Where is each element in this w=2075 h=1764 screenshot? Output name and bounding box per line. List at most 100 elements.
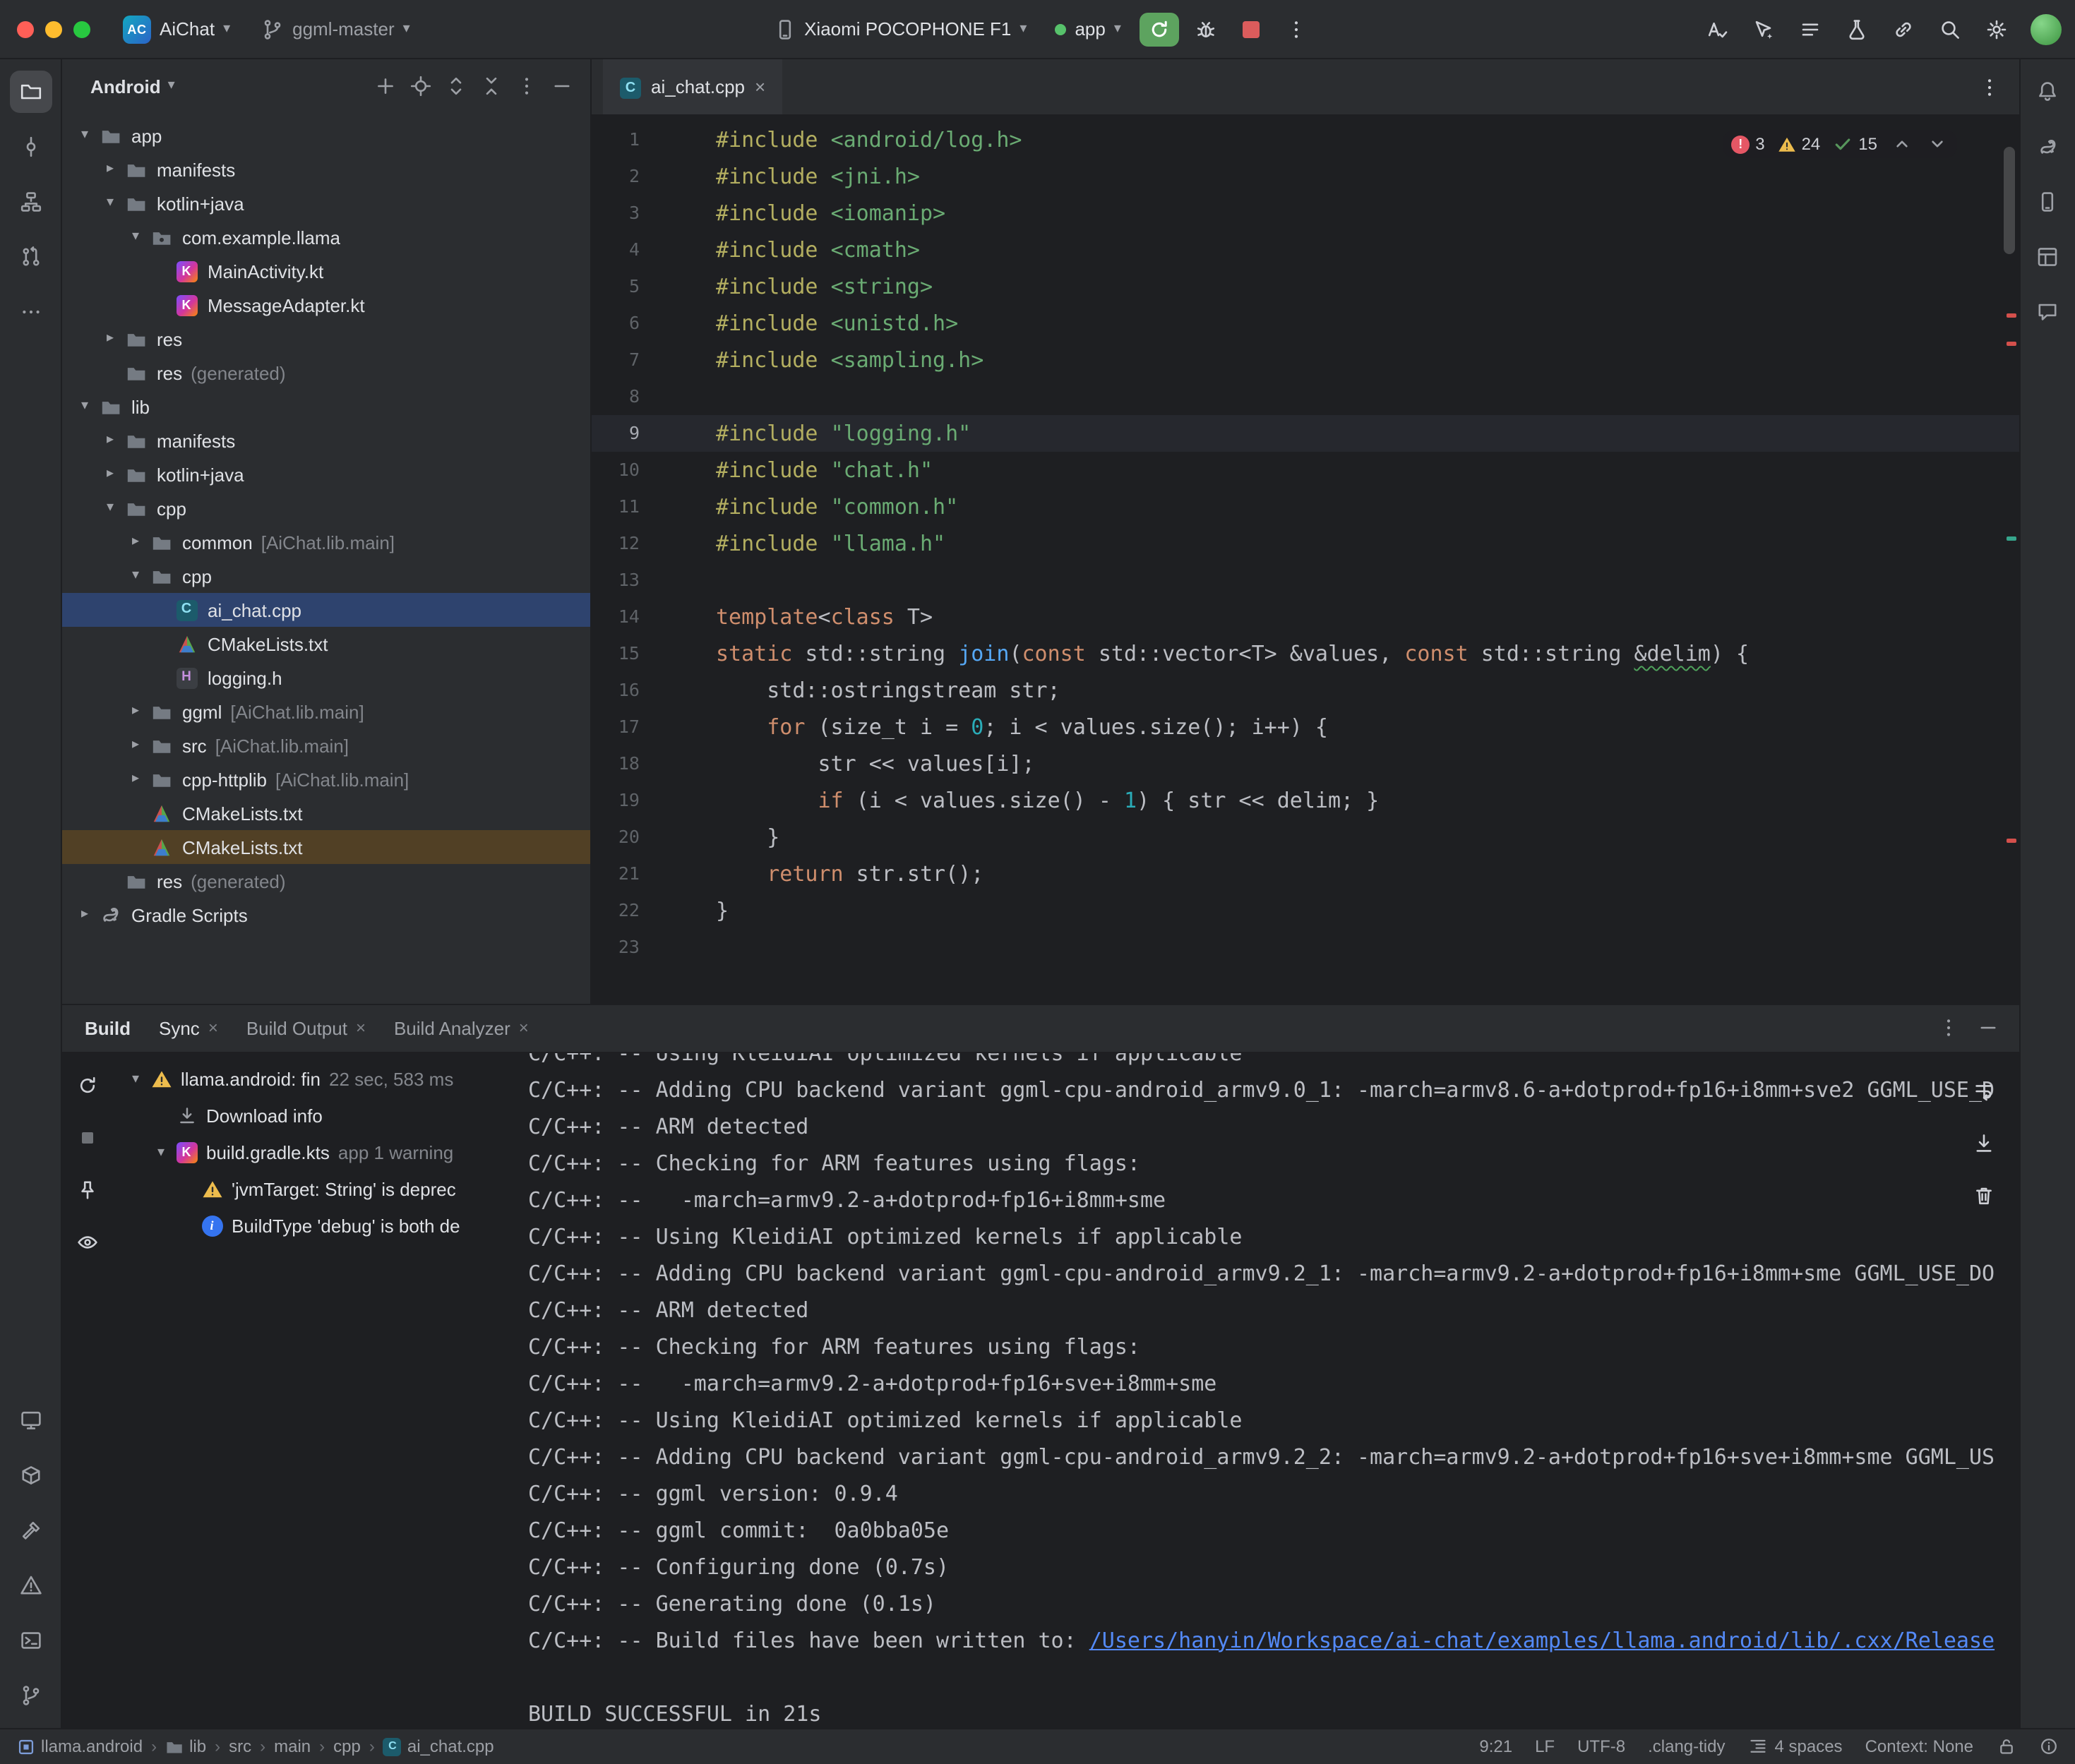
statusbar-caret-position[interactable]: 9:21 <box>1479 1736 1512 1756</box>
layout-inspector-tool-button[interactable] <box>2026 236 2069 278</box>
breadcrumb-main[interactable]: main <box>274 1736 311 1756</box>
chevron-down-icon[interactable]: ▾ <box>99 196 121 210</box>
close-tab-icon[interactable]: × <box>755 76 765 97</box>
chevron-right-icon[interactable]: ▸ <box>99 162 121 176</box>
tree-item-cpp[interactable]: ▾cpp <box>62 559 590 593</box>
build-tab-build-analyzer[interactable]: Build Analyzer× <box>394 1017 529 1038</box>
pair-device-action-button[interactable] <box>1884 11 1921 47</box>
spellcheck-action-button[interactable] <box>1698 11 1735 47</box>
tree-item-messageadapter-kt[interactable]: KMessageAdapter.kt <box>62 288 590 322</box>
run-config-selector[interactable]: app ▾ <box>1045 13 1130 45</box>
breadcrumb-lib[interactable]: lib <box>165 1736 206 1756</box>
statusbar-inspections-status[interactable] <box>2038 1736 2058 1756</box>
build-tab-build-output[interactable]: Build Output× <box>246 1017 366 1038</box>
chevron-down-icon[interactable]: ▾ <box>150 1146 172 1160</box>
rerun-build-button-button[interactable] <box>69 1067 106 1103</box>
chevron-right-icon[interactable]: ▸ <box>99 467 121 481</box>
tree-item-mainactivity-kt[interactable]: KMainActivity.kt <box>62 254 590 288</box>
statusbar-indent-style[interactable]: 4 spaces <box>1748 1736 1843 1756</box>
chevron-right-icon[interactable]: ▸ <box>124 738 147 752</box>
chevron-down-icon[interactable]: ▾ <box>124 1072 147 1086</box>
build-console[interactable]: C/C++: -- Using KleidiAI optimized kerne… <box>511 1052 2019 1727</box>
statusbar-file-lock[interactable] <box>1996 1736 2016 1756</box>
soft-wrap-button-button[interactable] <box>1965 1072 2002 1109</box>
tree-item-cmakelists-txt[interactable]: CMakeLists.txt <box>62 796 590 830</box>
statusbar-run-context[interactable]: Context: None <box>1865 1736 1973 1756</box>
chevron-right-icon[interactable]: ▸ <box>99 332 121 346</box>
editor-scrollbar[interactable] <box>2003 147 2014 254</box>
editor-tab-ai-chat-cpp[interactable]: C ai_chat.cpp × <box>603 59 782 114</box>
error-stripe-mark[interactable] <box>2006 839 2016 843</box>
tree-item-manifests[interactable]: ▸manifests <box>62 424 590 457</box>
tree-item-res[interactable]: ▸res <box>62 322 590 356</box>
chevron-right-icon[interactable]: ▸ <box>99 433 121 448</box>
build-tab-sync[interactable]: Sync× <box>159 1017 218 1038</box>
search-everywhere-button[interactable] <box>1931 11 1968 47</box>
pin-tab-button-button[interactable] <box>69 1171 106 1208</box>
more-run-options-button[interactable] <box>1278 11 1315 47</box>
editor-options-button[interactable] <box>1971 68 2007 105</box>
breadcrumb-llama-android[interactable]: llama.android <box>17 1736 143 1756</box>
chevron-right-icon[interactable]: ▸ <box>124 772 147 786</box>
version-control-tool-button[interactable] <box>9 1674 52 1716</box>
tree-item-gradle-scripts[interactable]: ▸Gradle Scripts <box>62 898 590 932</box>
hide-panel-button-button[interactable] <box>544 68 579 104</box>
tree-item-cpp[interactable]: ▾cpp <box>62 491 590 525</box>
terminal-tool-button[interactable] <box>9 1619 52 1661</box>
zoom-window-button[interactable] <box>73 20 90 37</box>
close-tab-icon[interactable]: × <box>208 1018 218 1038</box>
console-link[interactable]: /Users/hanyin/Workspace/ai-chat/examples… <box>1089 1627 1995 1652</box>
tree-item-src[interactable]: ▸src[AiChat.lib.main] <box>62 728 590 762</box>
chevron-down-icon[interactable]: ▾ <box>124 230 147 244</box>
expand-all-button-button[interactable] <box>438 68 473 104</box>
settings-button[interactable] <box>1978 11 2014 47</box>
tree-item-res[interactable]: res(generated) <box>62 864 590 898</box>
statusbar-clang-tidy[interactable]: .clang-tidy <box>1648 1736 1725 1756</box>
minimize-window-button[interactable] <box>45 20 62 37</box>
errors-badge[interactable]: !3 <box>1731 134 1764 154</box>
chevron-down-icon[interactable]: ▾ <box>99 501 121 515</box>
debug-button[interactable] <box>1188 11 1224 47</box>
problems-tool-button[interactable] <box>9 1564 52 1606</box>
project-selector[interactable]: AC AiChat ▾ <box>113 9 240 49</box>
passed-badge[interactable]: 15 <box>1833 134 1877 154</box>
more-tool-windows-button[interactable] <box>9 291 52 333</box>
clear-output-button-button[interactable] <box>1965 1177 2002 1213</box>
breadcrumb-cpp[interactable]: cpp <box>333 1736 361 1756</box>
app-insights-tool-button[interactable] <box>2026 291 2069 333</box>
change-stripe-mark[interactable] <box>2006 536 2016 541</box>
tree-item-manifests[interactable]: ▸manifests <box>62 152 590 186</box>
branch-selector[interactable]: ggml-master ▾ <box>251 12 420 46</box>
chevron-right-icon[interactable]: ▸ <box>124 535 147 549</box>
project-tool-button[interactable] <box>9 71 52 113</box>
chevron-down-icon[interactable]: ▾ <box>73 128 96 143</box>
close-window-button[interactable] <box>17 20 34 37</box>
build-tree-item-buildtype-debug-is-both-de[interactable]: iBuildType 'debug' is both de <box>119 1208 511 1244</box>
device-selector[interactable]: Xiaomi POCOPHONE F1 ▾ <box>763 12 1036 46</box>
notifications-button[interactable] <box>2026 71 2069 113</box>
tree-item-app[interactable]: ▾app <box>62 119 590 152</box>
inspections-widget[interactable]: !3 24 15 <box>1723 130 1956 158</box>
pull-requests-tool-button[interactable] <box>9 236 52 278</box>
close-tab-icon[interactable]: × <box>356 1018 366 1038</box>
build-tree-item-jvmtarget-string-is-deprec[interactable]: 'jvmTarget: String' is deprec <box>119 1171 511 1208</box>
error-stripe-mark[interactable] <box>2006 313 2016 318</box>
build-tree-item-download-info[interactable]: Download info <box>119 1098 511 1134</box>
ai-assistant-action-button[interactable] <box>1745 11 1781 47</box>
tree-item-com-example-llama[interactable]: ▾com.example.llama <box>62 220 590 254</box>
statusbar-line-separator[interactable]: LF <box>1535 1736 1555 1756</box>
chevron-down-icon[interactable]: ▾ <box>73 400 96 414</box>
tree-item-cmakelists-txt[interactable]: CMakeLists.txt <box>62 830 590 864</box>
breadcrumb-ai-chat-cpp[interactable]: Cai_chat.cpp <box>383 1736 494 1756</box>
running-devices-tool-button[interactable] <box>9 1398 52 1441</box>
tree-item-lib[interactable]: ▾lib <box>62 390 590 424</box>
stop-button[interactable] <box>1233 11 1269 47</box>
tree-item-cmakelists-txt[interactable]: CMakeLists.txt <box>62 627 590 661</box>
tree-item-res[interactable]: res(generated) <box>62 356 590 390</box>
tree-item-cpp-httplib[interactable]: ▸cpp-httplib[AiChat.lib.main] <box>62 762 590 796</box>
breadcrumb-src[interactable]: src <box>229 1736 251 1756</box>
stop-build-button-button[interactable] <box>69 1119 106 1156</box>
build-variants-action-button[interactable] <box>1791 11 1828 47</box>
structure-tool-button[interactable] <box>9 181 52 223</box>
build-tree-item-build-gradle-kts[interactable]: ▾Kbuild.gradle.ktsapp 1 warning <box>119 1134 511 1171</box>
